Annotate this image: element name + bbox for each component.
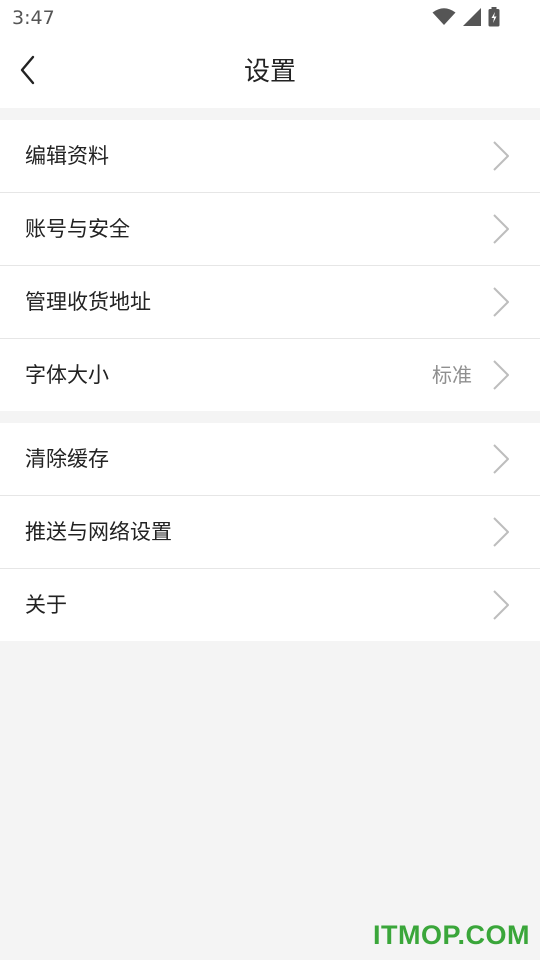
settings-item-label: 管理收货地址 xyxy=(25,290,151,314)
settings-item-label: 账号与安全 xyxy=(25,217,130,241)
battery-charging-icon xyxy=(488,7,500,27)
settings-item-about[interactable]: 关于 xyxy=(0,569,540,641)
settings-item-label: 清除缓存 xyxy=(25,447,109,471)
chevron-right-icon xyxy=(491,516,511,548)
settings-item-clear-cache[interactable]: 清除缓存 xyxy=(0,423,540,496)
status-time: 3:47 xyxy=(12,7,55,29)
settings-item-edit-profile[interactable]: 编辑资料 xyxy=(0,120,540,193)
settings-item-label: 关于 xyxy=(25,593,67,617)
settings-item-label: 编辑资料 xyxy=(25,144,109,168)
chevron-right-icon xyxy=(491,589,511,621)
settings-group-general: 清除缓存 推送与网络设置 关于 xyxy=(0,423,540,641)
chevron-right-icon xyxy=(491,286,511,318)
cellular-signal-icon xyxy=(462,8,482,26)
settings-item-value: 标准 xyxy=(432,363,472,387)
settings-item-font-size[interactable]: 字体大小 标准 xyxy=(0,339,540,411)
page-title: 设置 xyxy=(243,57,296,87)
chevron-right-icon xyxy=(491,213,511,245)
status-icons xyxy=(432,6,500,28)
settings-item-label: 字体大小 xyxy=(25,363,109,387)
chevron-right-icon xyxy=(491,443,511,475)
navigation-bar: 设置 xyxy=(0,36,540,108)
settings-item-label: 推送与网络设置 xyxy=(25,520,172,544)
top-bar: 3:47 设置 xyxy=(0,0,540,108)
chevron-right-icon xyxy=(491,359,511,391)
settings-item-push-network[interactable]: 推送与网络设置 xyxy=(0,496,540,569)
settings-group-account: 编辑资料 账号与安全 管理收货地址 字体大小 标准 xyxy=(0,120,540,411)
settings-item-shipping-address[interactable]: 管理收货地址 xyxy=(0,266,540,339)
watermark-logo: ITMOP.COM xyxy=(372,920,530,950)
chevron-right-icon xyxy=(491,140,511,172)
status-bar: 3:47 xyxy=(0,0,540,36)
settings-item-account-security[interactable]: 账号与安全 xyxy=(0,193,540,266)
wifi-icon xyxy=(432,8,456,26)
